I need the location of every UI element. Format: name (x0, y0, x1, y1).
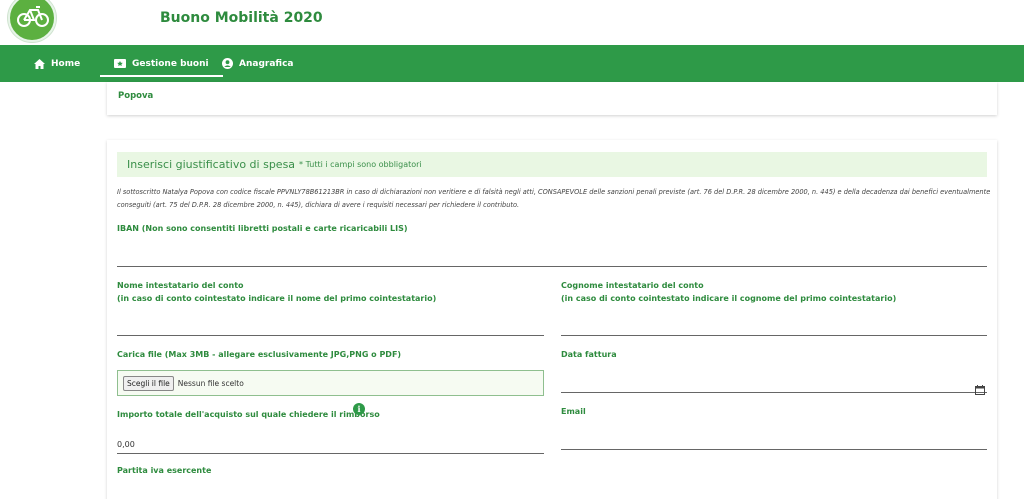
nome-intestatario-sublabel: (in caso di conto cointestato indicare i… (117, 294, 437, 303)
bicycle-icon[interactable] (8, 0, 56, 42)
section-title: Inserisci giustificativo di spesa (127, 158, 296, 171)
email-label: Email (561, 407, 586, 416)
iban-label: IBAN (Non sono consentiti libretti posta… (117, 224, 408, 233)
email-input[interactable] (561, 432, 987, 450)
nav-item-label: Home (51, 58, 81, 69)
surname-value: Popova (118, 91, 154, 101)
nav-item-gestione-buoni[interactable]: Gestione buoni (100, 45, 223, 82)
nav-item-anagrafica[interactable]: Anagrafica (222, 45, 293, 82)
expense-form-card: Inserisci giustificativo di spesa * Tutt… (107, 140, 997, 499)
calendar-icon[interactable] (975, 380, 985, 395)
cognome-intestatario-label: Cognome intestatario del conto (561, 281, 704, 290)
home-icon (34, 58, 45, 69)
section-header: Inserisci giustificativo di spesa * Tutt… (117, 152, 987, 177)
data-fattura-input[interactable] (561, 375, 987, 393)
file-upload-field[interactable]: Scegli il file Nessun file scelto (117, 370, 544, 396)
nav-item-label: Anagrafica (239, 58, 294, 69)
nome-intestatario-input[interactable] (117, 318, 544, 336)
data-fattura-label: Data fattura (561, 350, 617, 359)
partita-iva-label: Partita iva esercente (117, 466, 212, 475)
nav-item-label: Gestione buoni (132, 58, 209, 69)
importo-input[interactable] (117, 436, 544, 454)
user-circle-icon (222, 58, 233, 69)
file-upload-label: Carica file (Max 3MB - allegare esclusiv… (117, 350, 402, 359)
nav-item-home[interactable]: Home (34, 45, 80, 82)
main-navbar: Home Gestione buoni Anagrafica (0, 45, 1024, 82)
file-status: Nessun file scelto (177, 378, 244, 388)
nome-intestatario-label: Nome intestatario del conto (117, 281, 244, 290)
ticket-icon (114, 59, 126, 68)
personal-data-card: Popova (107, 82, 997, 115)
info-icon[interactable]: i (353, 403, 365, 415)
importo-label: Importo totale dell'acquisto sul quale c… (117, 410, 380, 419)
iban-input[interactable] (117, 249, 987, 267)
cognome-intestatario-input[interactable] (561, 318, 987, 336)
cognome-intestatario-sublabel: (in caso di conto cointestato indicare i… (561, 294, 897, 303)
app-title: Buono Mobilità 2020 (160, 10, 323, 26)
declaration-text: Il sottoscritto Natalya Popova con codic… (117, 188, 991, 209)
choose-file-button[interactable]: Scegli il file (123, 375, 174, 391)
required-fields-note: * Tutti i campi sono obbligatori (299, 160, 422, 169)
top-header: Buono Mobilità 2020 (0, 0, 1024, 45)
